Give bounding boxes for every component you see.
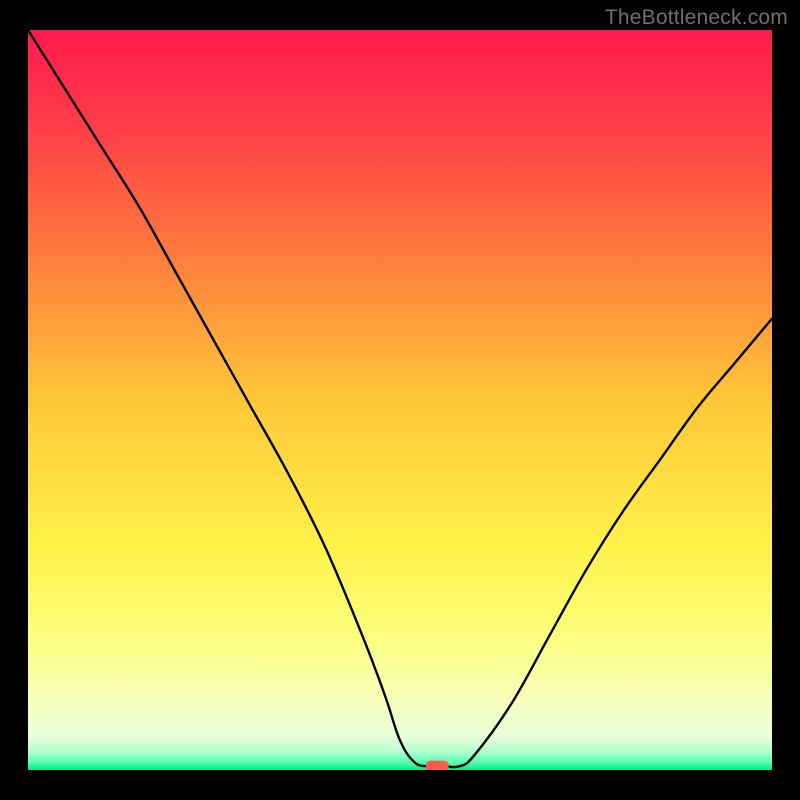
gradient-background	[28, 30, 772, 770]
plot-area	[28, 30, 772, 770]
watermark-text: TheBottleneck.com	[605, 6, 788, 30]
bottleneck-chart	[28, 30, 772, 770]
chart-frame: TheBottleneck.com	[0, 0, 800, 800]
minimum-marker	[426, 761, 448, 770]
